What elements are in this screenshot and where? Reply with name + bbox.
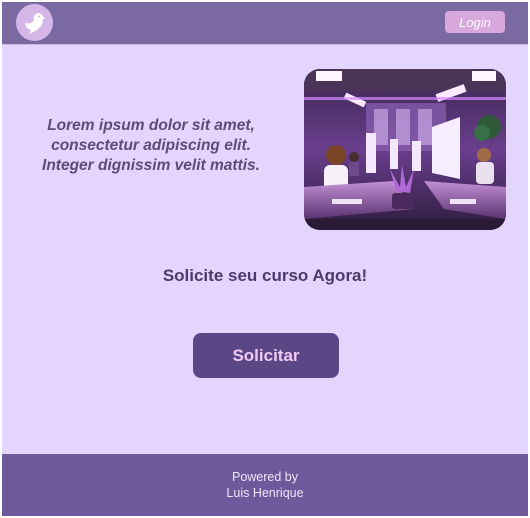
page: Login Lorem ipsum dolor sit amet, consec… xyxy=(2,2,528,516)
office-illustration xyxy=(304,69,506,230)
footer-author: Luis Henrique xyxy=(226,486,304,500)
bird-icon xyxy=(24,12,46,34)
footer-powered-by: Powered by xyxy=(231,470,298,484)
intro-text: Lorem ipsum dolor sit amet, consectetur … xyxy=(20,116,282,176)
intro-line: Integer dignissim velit mattis. xyxy=(42,157,260,174)
intro-line: Lorem ipsum dolor sit amet, xyxy=(47,117,255,134)
logo[interactable] xyxy=(16,4,53,41)
top-navbar: Login xyxy=(2,2,528,45)
login-button[interactable]: Login xyxy=(445,11,505,33)
footer: Powered by Luis Henrique xyxy=(2,454,528,516)
hero-image xyxy=(304,69,506,230)
intro-line: consectetur adipiscing elit. xyxy=(51,137,251,154)
cta-heading: Solicite seu curso Agora! xyxy=(162,266,368,285)
solicitar-button[interactable]: Solicitar xyxy=(193,333,339,378)
